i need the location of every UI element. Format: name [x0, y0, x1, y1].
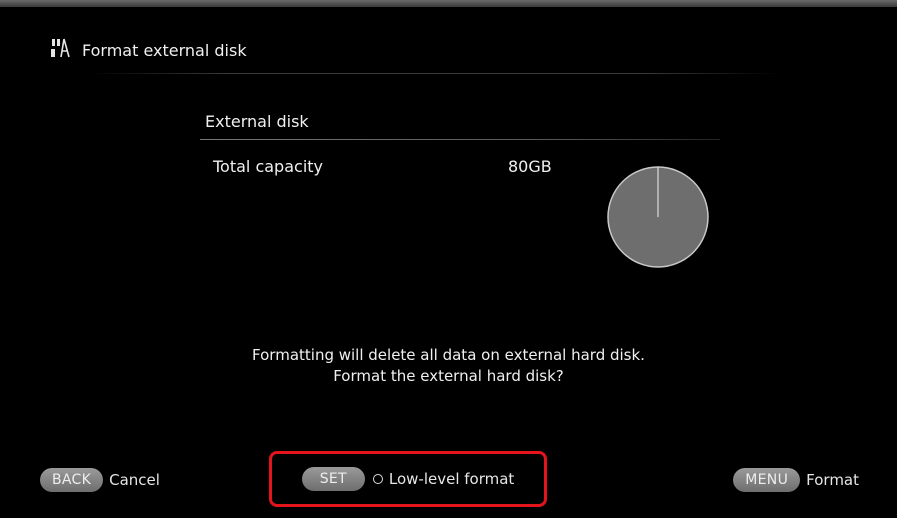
message-line-1: Formatting will delete all data on exter… — [252, 346, 645, 364]
disk-format-icon — [50, 37, 72, 63]
cancel-button[interactable]: BACK Cancel — [40, 468, 160, 492]
back-key-badge: BACK — [40, 468, 104, 492]
capacity-value: 80GB — [508, 157, 552, 176]
capacity-pie-chart — [607, 166, 709, 268]
format-button[interactable]: MENU Format — [733, 468, 859, 492]
message-line-2: Format the external hard disk? — [333, 367, 564, 385]
low-level-format-label: Low-level format — [388, 470, 515, 488]
set-key-badge: SET — [301, 467, 365, 491]
page-header: Format external disk — [50, 36, 247, 64]
top-bar — [0, 0, 897, 7]
section-divider — [200, 139, 720, 140]
header-divider — [90, 73, 780, 74]
format-label: Format — [806, 471, 859, 489]
radio-icon[interactable] — [372, 474, 383, 484]
confirmation-message: Formatting will delete all data on exter… — [0, 345, 897, 387]
page-title: Format external disk — [82, 40, 247, 60]
section-title: External disk — [205, 112, 309, 131]
capacity-label: Total capacity — [213, 157, 323, 176]
format-screen — [8, 7, 889, 507]
cancel-label: Cancel — [109, 471, 160, 489]
menu-key-badge: MENU — [733, 468, 801, 492]
low-level-format-option[interactable]: SET Low-level format — [269, 451, 547, 507]
